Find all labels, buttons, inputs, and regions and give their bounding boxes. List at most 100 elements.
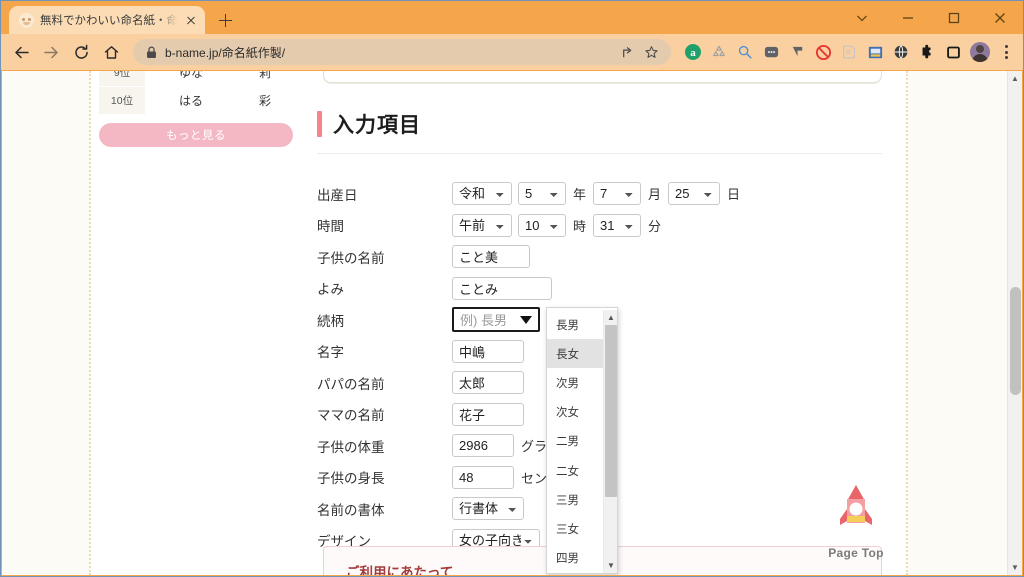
unit-month: 月 (647, 184, 662, 203)
field-label: よみ (317, 278, 452, 298)
block-icon[interactable] (811, 39, 835, 65)
unit-hour: 時 (572, 216, 587, 235)
close-icon[interactable] (977, 1, 1023, 34)
scrollbar-thumb[interactable] (1010, 287, 1021, 395)
minimize-icon[interactable] (885, 1, 931, 34)
field-label: 名前の書体 (317, 499, 452, 519)
maximize-icon[interactable] (931, 1, 977, 34)
dropdown-options: 長男 長女 次男 次女 二男 二女 三男 三女 四男 (547, 310, 603, 573)
chat-bubble-icon[interactable] (759, 39, 783, 65)
web-page: 9位 ゆな 莉 10位 はる 彩 もっと見る (2, 71, 1007, 575)
note-icon[interactable] (837, 39, 861, 65)
extension-icons: a (679, 39, 1017, 65)
pin-icon[interactable] (785, 39, 809, 65)
search-icon[interactable] (733, 39, 757, 65)
home-icon[interactable] (97, 38, 125, 66)
tab-close-icon[interactable] (183, 12, 199, 28)
site-favicon-icon (19, 13, 34, 28)
screenshot-icon[interactable] (863, 39, 887, 65)
chrome-menu-kebab-icon[interactable] (995, 39, 1017, 65)
relationship-placeholder: 例) 長男 (460, 310, 507, 329)
height-input[interactable] (452, 466, 514, 489)
child-name-input[interactable] (452, 245, 530, 268)
height-unit-label: セン (520, 468, 548, 487)
kanji-cell: 彩 (237, 87, 293, 115)
hour-select[interactable]: 10 (518, 214, 566, 237)
page-scrollbar[interactable]: ▲ ▼ (1007, 71, 1022, 575)
chevron-down-icon (520, 316, 532, 324)
profile-avatar[interactable] (970, 42, 990, 62)
child-yomi-input[interactable] (452, 277, 552, 300)
globe-icon[interactable] (889, 39, 913, 65)
father-name-input[interactable] (452, 371, 524, 394)
field-label: 子供の名前 (317, 247, 452, 267)
day-select[interactable]: 25 (668, 182, 720, 205)
dropdown-option[interactable]: 三女 (547, 514, 603, 543)
tab-search-chevron-down-icon[interactable] (839, 1, 885, 34)
ampm-select[interactable]: 午前 (452, 214, 512, 237)
dropdown-option[interactable]: 長男 (547, 310, 603, 339)
sidepanel-icon[interactable] (941, 39, 965, 65)
relationship-dropdown-list[interactable]: 長男 長女 次男 次女 二男 二女 三男 三女 四男 (546, 307, 618, 574)
field-label: 出産日 (317, 184, 452, 204)
forward-arrow-icon[interactable] (37, 38, 65, 66)
dropdown-option[interactable]: 二男 (547, 427, 603, 456)
field-label: 時間 (317, 215, 452, 235)
month-select[interactable]: 7 (593, 182, 641, 205)
browser-tab[interactable]: 無料でかわいい命名紙・命名書が作 (9, 6, 205, 34)
field-row-time: 時間 午前 10 時 31 分 (317, 214, 882, 237)
dropdown-option[interactable]: 二女 (547, 456, 603, 485)
dropdown-option[interactable]: 次男 (547, 368, 603, 397)
kana-cell: はる (145, 87, 237, 115)
field-label: 子供の体重 (317, 436, 452, 456)
show-more-button[interactable]: もっと見る (99, 123, 293, 147)
bookmark-star-icon (644, 45, 659, 60)
scroll-down-arrow-icon[interactable]: ▼ (604, 559, 618, 573)
puzzle-extension-icon[interactable] (915, 39, 939, 65)
field-row-child-name: 子供の名前 (317, 245, 882, 268)
font-style-select[interactable]: 行書体 (452, 497, 524, 520)
page-top-label: Page Top (820, 546, 892, 560)
field-label: 名字 (317, 341, 452, 361)
section-header: 入力項目 (317, 109, 882, 154)
era-select[interactable]: 令和 (452, 182, 512, 205)
relationship-select[interactable]: 例) 長男 (452, 307, 540, 332)
scroll-down-arrow-icon[interactable]: ▼ (1008, 560, 1022, 575)
weight-unit-label: グラ (520, 436, 548, 455)
recycle-icon[interactable] (707, 39, 731, 65)
weight-input[interactable] (452, 434, 514, 457)
browser-toolbar: b-name.jp/命名紙作製/ a (1, 34, 1023, 70)
rocket-icon (827, 479, 885, 537)
amazon-assistant-icon[interactable]: a (681, 39, 705, 65)
field-label: ママの名前 (317, 404, 452, 424)
dropdown-option[interactable]: 三男 (547, 485, 603, 514)
scroll-up-arrow-icon[interactable]: ▲ (1008, 71, 1022, 86)
dropdown-option[interactable]: 四男 (547, 544, 603, 573)
field-label: パパの名前 (317, 373, 452, 393)
surname-input[interactable] (452, 340, 524, 363)
tab-strip: 無料でかわいい命名紙・命名書が作 (1, 1, 1023, 34)
reload-icon[interactable] (67, 38, 95, 66)
address-bar[interactable]: b-name.jp/命名紙作製/ (133, 39, 671, 65)
unit-minute: 分 (647, 216, 662, 235)
field-row-yomi: よみ (317, 277, 882, 300)
svg-text:a: a (690, 47, 696, 59)
field-row-birthdate: 出産日 令和 5 年 7 月 25 日 (317, 182, 882, 205)
mother-name-input[interactable] (452, 403, 524, 426)
back-arrow-icon[interactable] (7, 38, 35, 66)
scroll-up-arrow-icon[interactable]: ▲ (604, 310, 618, 324)
dropdown-option-selected[interactable]: 長女 (547, 339, 603, 368)
url-text: b-name.jp/命名紙作製/ (165, 44, 611, 61)
rank-cell: 9位 (99, 71, 145, 87)
scrollbar-thumb[interactable] (605, 325, 617, 497)
page-content-column: 9位 ゆな 莉 10位 はる 彩 もっと見る (89, 71, 908, 575)
field-label: 続柄 (317, 310, 452, 330)
unit-day: 日 (726, 184, 741, 203)
minute-select[interactable]: 31 (593, 214, 641, 237)
new-tab-button[interactable] (211, 6, 239, 34)
page-top-button[interactable]: Page Top (820, 479, 892, 560)
dropdown-option[interactable]: 次女 (547, 398, 603, 427)
kana-cell: ゆな (145, 71, 237, 87)
year-select[interactable]: 5 (518, 182, 566, 205)
dropdown-scrollbar[interactable]: ▲ ▼ (603, 310, 617, 573)
